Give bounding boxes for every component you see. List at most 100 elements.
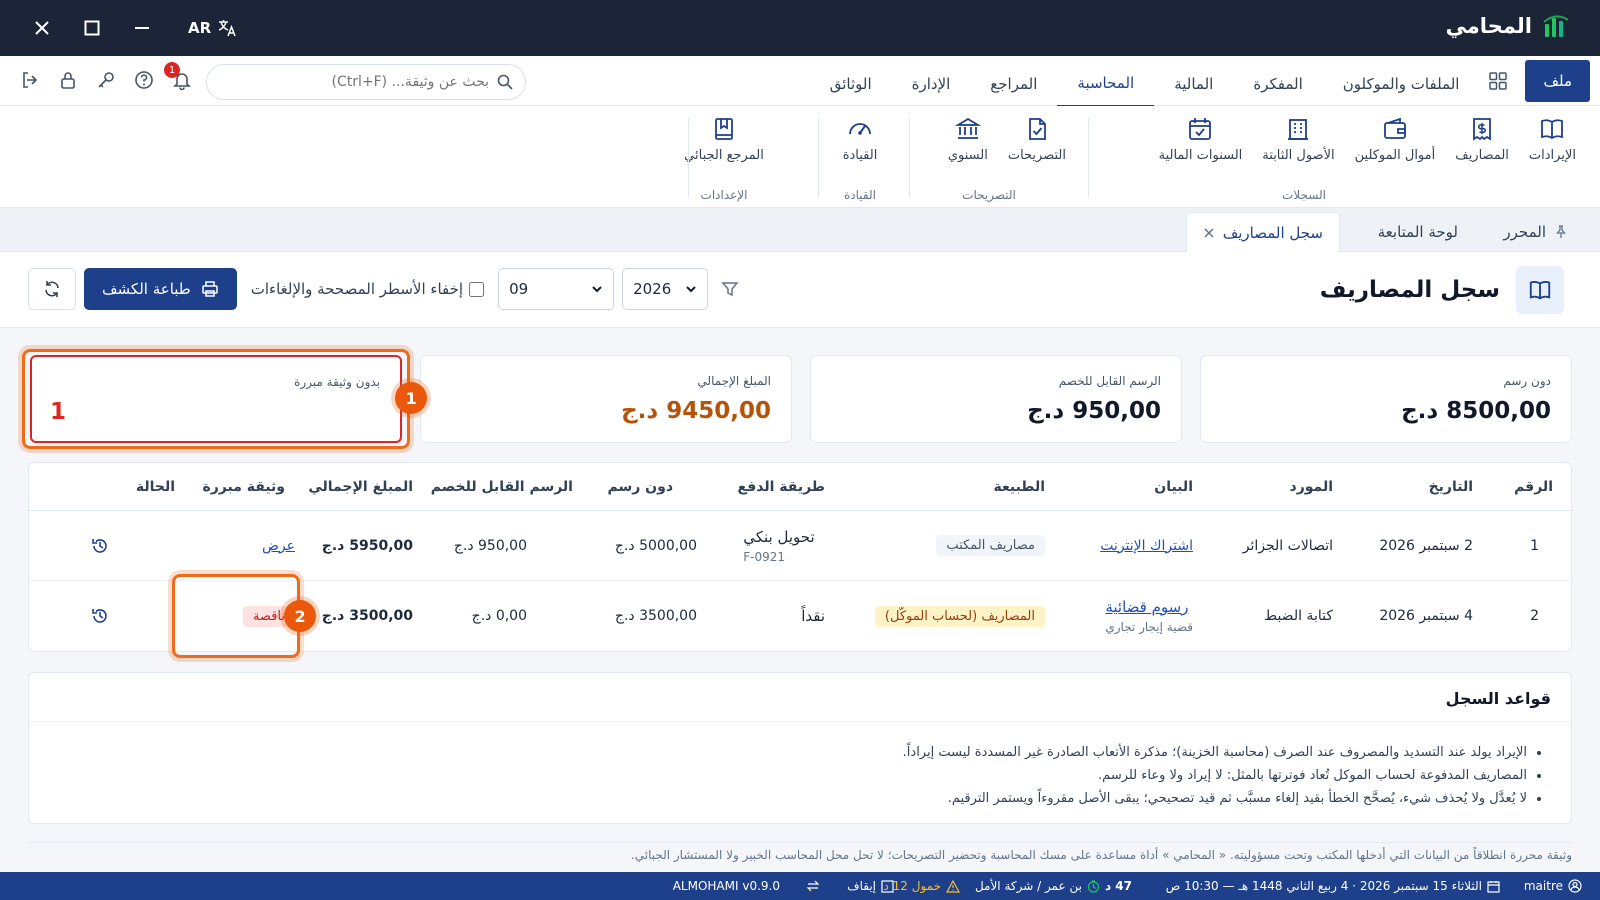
row-history-button[interactable] [91, 511, 109, 580]
close-tab-icon[interactable] [1203, 227, 1215, 239]
tab-dashboard[interactable]: لوحة المتابعة [1362, 212, 1474, 252]
card-label: الرسم القابل للخصم [1058, 374, 1161, 388]
ribbon-tax-reference-button[interactable]: المرجع الجبائي [676, 116, 772, 163]
row-deductible-tax: 950,00 د.ج [453, 537, 527, 554]
firm-text: بن عمر / شركة الأمل [974, 879, 1082, 893]
table-row[interactable]: 1 2 سبتمبر 2026 اتصالات الجزائر اشتراك ا… [29, 511, 1573, 581]
close-window-button[interactable] [26, 12, 58, 44]
ribbon-group-registers: الإيرادات المصاريف أموال الموكلين الأصول… [1024, 116, 1584, 202]
menu-file[interactable]: ملف [1525, 60, 1590, 102]
apps-grid-icon[interactable] [1479, 60, 1517, 102]
view-document-link[interactable]: عرض [262, 538, 295, 554]
ribbon-tax-reference-label: المرجع الجبائي [684, 148, 764, 163]
timer-icon [1087, 879, 1100, 893]
row-supplier: كتابة الضبط [1264, 608, 1333, 624]
year-select[interactable]: 2026 [622, 268, 709, 310]
month-value: 09 [509, 280, 529, 298]
menu-files-clients[interactable]: الملفات والموكلون [1323, 60, 1480, 108]
tab-editor[interactable]: المحرر [1487, 212, 1584, 252]
user-icon [1568, 879, 1582, 893]
card-label: المبلغ الإجمالي [697, 374, 771, 388]
ribbon-expenses-button[interactable]: المصاريف [1447, 116, 1517, 163]
ribbon-dashboard-button[interactable]: القيادة [835, 116, 886, 163]
ribbon-fixed-assets-button[interactable]: الأصول الثابتة [1254, 116, 1342, 163]
card-total-amount: المبلغ الإجمالي 9450,00 د.ج [420, 355, 792, 443]
ribbon-revenues-button[interactable]: الإيرادات [1521, 116, 1584, 163]
ribbon-separator [688, 118, 689, 198]
app-name: المحامي [1445, 14, 1532, 38]
ribbon-separator [1088, 118, 1089, 198]
menu-finance[interactable]: المالية [1154, 60, 1233, 108]
calendar-check-icon [1187, 116, 1213, 142]
menu-bar: ملف الملفات والموكلون المفكرة المالية ال… [0, 56, 1600, 108]
row-number: 2 [1530, 608, 1539, 624]
row-document[interactable]: عرض [262, 511, 295, 580]
user-name: maitre [1523, 879, 1563, 893]
step-marker-2: 2 [284, 600, 316, 632]
page-title-block: سجل المصاريف [1320, 266, 1564, 314]
ribbon-fiscal-years-button[interactable]: السنوات المالية [1151, 116, 1251, 163]
filter-icon[interactable] [716, 275, 744, 303]
menu-documents[interactable]: الوثائق [810, 60, 892, 108]
menu-administration[interactable]: الإدارة [892, 60, 971, 108]
ribbon-declarations-button[interactable]: التصريحات [1000, 116, 1074, 163]
register-rules-panel: قواعد السجل الإيراد يولد عند التسديد وال… [28, 672, 1572, 824]
search-icon [497, 74, 513, 90]
refresh-button[interactable] [28, 268, 76, 310]
card-deductible-tax: الرسم القابل للخصم 950,00 د.ج [810, 355, 1182, 443]
document-tabs: المحرر لوحة المتابعة سجل المصاريف [0, 208, 1600, 252]
pin-icon [1554, 225, 1568, 239]
col-excluding-tax: دون رسم [607, 478, 673, 495]
tab-expense-register[interactable]: سجل المصاريف [1185, 212, 1340, 252]
sync-icon[interactable] [806, 872, 820, 900]
pause-label: إيقاف [847, 879, 876, 893]
minimize-window-button[interactable] [126, 12, 158, 44]
menu-accounting[interactable]: المحاسبة [1057, 60, 1155, 108]
notification-bell[interactable]: 1 [164, 62, 194, 92]
row-nature: مصاريف المكتب [936, 511, 1045, 580]
tab-editor-label: المحرر [1503, 223, 1546, 241]
ribbon-annual-button[interactable]: السنوي [940, 116, 996, 163]
help-icon[interactable] [132, 68, 156, 92]
gauge-icon [847, 116, 873, 142]
status-pause-button[interactable]: إيقاف [847, 872, 894, 900]
divider [28, 842, 1572, 843]
language-switch[interactable]: AR [188, 18, 237, 38]
page-title: سجل المصاريف [1319, 277, 1500, 303]
rules-list: الإيراد يولد عند التسديد والمصروف عند ال… [903, 741, 1527, 810]
row-history-button[interactable] [91, 581, 109, 651]
status-user[interactable]: maitre [1524, 872, 1582, 900]
ribbon-client-funds-button[interactable]: أموال الموكلين [1347, 116, 1444, 163]
status-bar: maitre الثلاثاء 15 سبتمبر 2026 · 4 ربيع … [0, 872, 1600, 900]
card-value: 8500,00 د.ج [1401, 398, 1551, 424]
search-input[interactable] [219, 74, 489, 90]
logout-icon[interactable] [18, 68, 42, 92]
menu-references[interactable]: المراجع [970, 60, 1057, 108]
maximize-window-button[interactable] [76, 12, 108, 44]
language-code: AR [188, 19, 212, 37]
hide-corrected-lines-option[interactable]: إخفاء الأسطر المصححة والإلغاءات [251, 280, 485, 298]
chevron-down-icon [591, 283, 603, 295]
row-description-link[interactable]: اشتراك الإنترنت [1100, 511, 1193, 580]
ribbon-separator [909, 118, 910, 198]
lock-icon[interactable] [56, 68, 80, 92]
row-deductible-tax: 0,00 د.ج [471, 608, 527, 624]
datetime-text: الثلاثاء 15 سبتمبر 2026 · 4 ربيع الثاني … [1165, 879, 1482, 893]
search-box [206, 64, 526, 100]
disclaimer-note: وثيقة محررة انطلاقاً من البيانات التي أد… [630, 848, 1572, 862]
payment-method: تحويل بنكي [743, 527, 815, 546]
row-nature: المصاريف (لحساب الموكّل) [874, 581, 1045, 651]
highlight-frame [172, 574, 300, 658]
hide-corrected-checkbox[interactable] [469, 281, 485, 297]
col-total-amount: المبلغ الإجمالي [308, 478, 413, 495]
printer-icon [201, 280, 219, 298]
description-link[interactable]: رسوم قضائية [1105, 598, 1188, 616]
ribbon-separator [818, 118, 819, 198]
menu-agenda[interactable]: المفكرة [1233, 60, 1322, 108]
print-statement-button[interactable]: طباعة الكشف [84, 268, 237, 310]
col-status: الحالة [135, 478, 175, 495]
month-select[interactable]: 09 [498, 268, 615, 310]
key-icon[interactable] [94, 68, 118, 92]
card-excluding-tax: دون رسم 8500,00 د.ج [1200, 355, 1572, 443]
description-link[interactable]: اشتراك الإنترنت [1100, 538, 1193, 554]
